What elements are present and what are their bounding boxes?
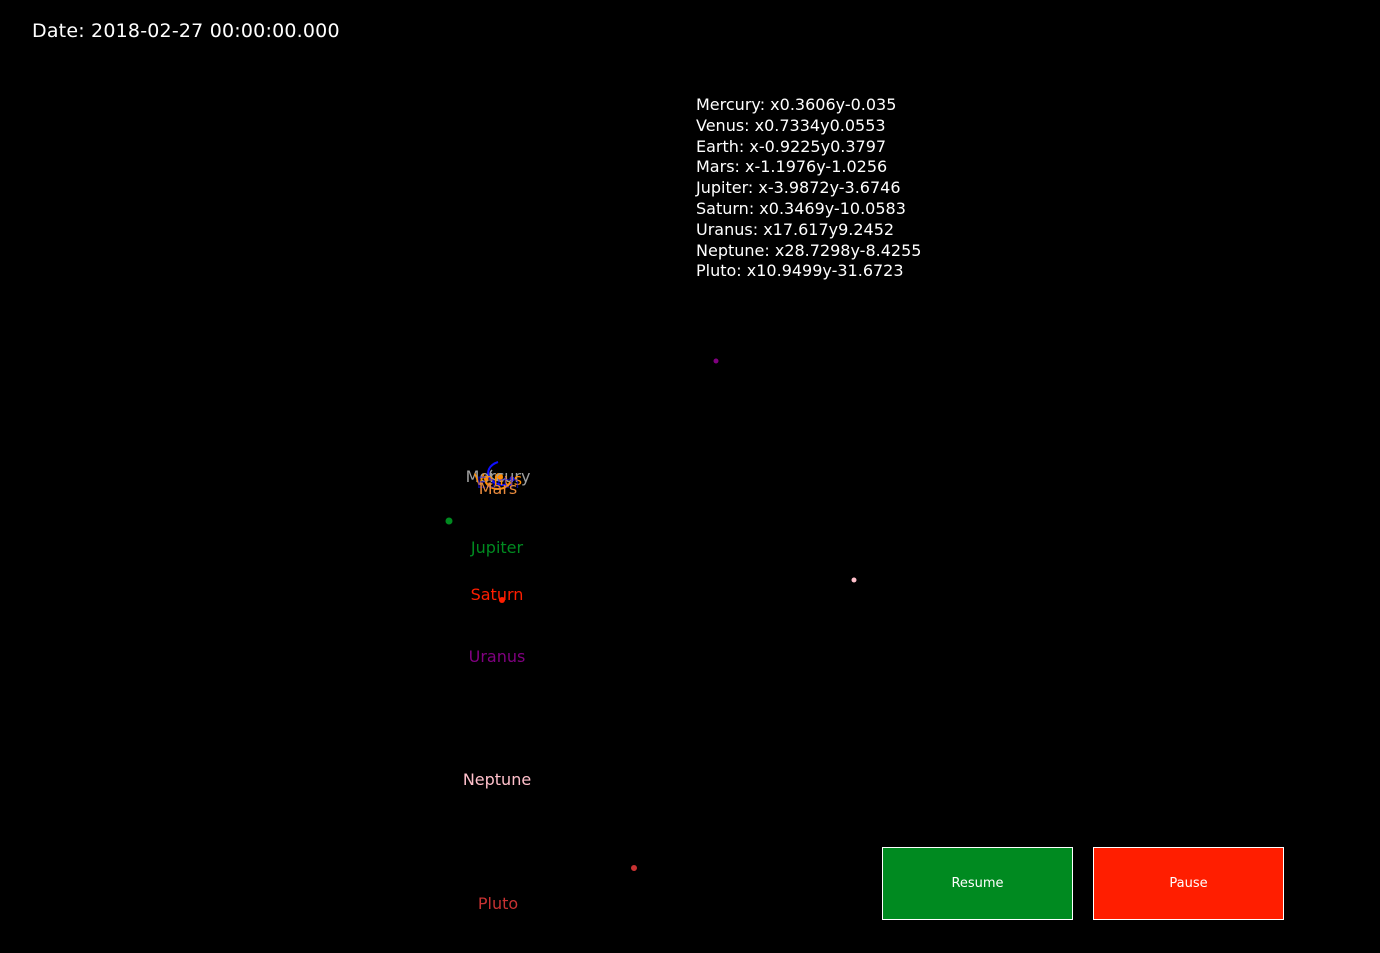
pause-button[interactable]: Pause: [1093, 847, 1284, 920]
simulation-canvas: Date: 2018-02-27 00:00:00.000 Mercury: x…: [0, 0, 1380, 953]
coords-mercury: Mercury: x0.3606y-0.035: [696, 95, 897, 114]
date-readout: Date: 2018-02-27 00:00:00.000: [32, 20, 340, 42]
neptune-dot: [851, 577, 857, 583]
label-pluto: Pluto: [477, 894, 519, 913]
uranus-dot: [713, 358, 719, 364]
coords-earth: Earth: x-0.9225y0.3797: [696, 136, 887, 156]
label-saturn: Saturn: [470, 585, 524, 604]
label-neptune: Neptune: [462, 770, 532, 789]
label-jupiter: Jupiter: [470, 538, 524, 557]
coords-uranus: Uranus: x17.617y9.2452: [696, 219, 895, 239]
saturn-dot: [499, 597, 505, 603]
coords-pluto: Pluto: x10.9499y-31.6723: [696, 261, 904, 281]
label-uranus: Uranus: [468, 647, 526, 666]
label-mars: Mars: [478, 479, 518, 498]
coords-mars: Mars: x-1.1976y-1.0256: [696, 157, 888, 177]
coords-jupiter: Jupiter: x-3.9872y-3.6746: [696, 178, 901, 198]
coordinates-panel: Mercury: x0.3606y-0.035 Venus: x0.7334y0…: [696, 95, 921, 282]
coords-neptune: Neptune: x28.7298y-8.4255: [696, 240, 922, 260]
resume-button[interactable]: Resume: [882, 847, 1073, 920]
coords-saturn: Saturn: x0.3469y-10.0583: [696, 198, 906, 218]
coords-venus: Venus: x0.7334y0.0553: [696, 115, 886, 135]
jupiter-dot: [445, 517, 453, 525]
inner-planet-trails: [483, 461, 515, 490]
pluto-dot: [631, 865, 637, 871]
